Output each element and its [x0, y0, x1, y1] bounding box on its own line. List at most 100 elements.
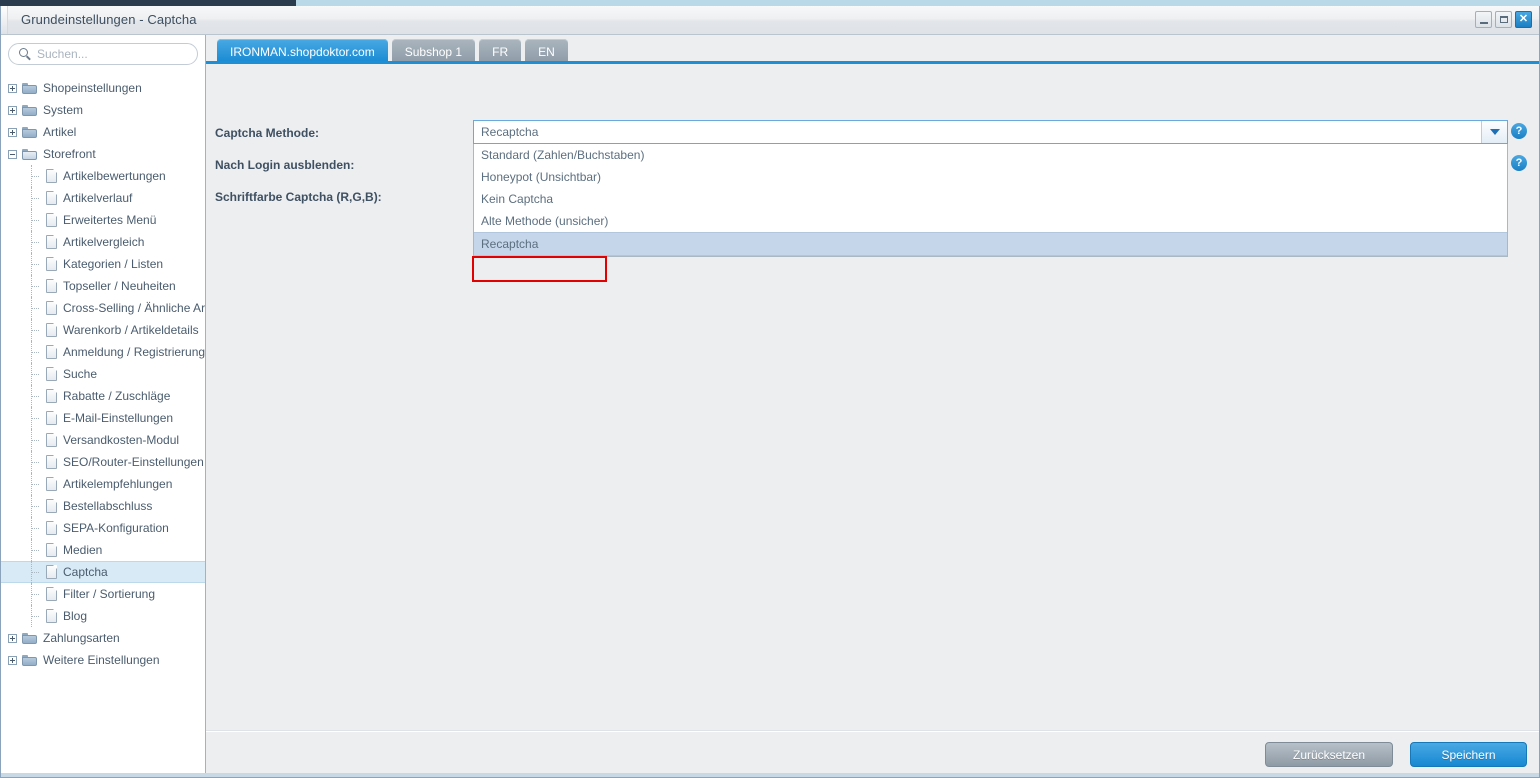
option-label: Honeypot (Unsichtbar)	[481, 170, 602, 184]
sidebar-item-erweitertes-menü[interactable]: Erweitertes Menü	[1, 209, 205, 231]
maximize-button[interactable]	[1495, 11, 1512, 28]
expand-icon[interactable]	[8, 127, 17, 137]
sidebar-item-label: Anmeldung / Registrierung	[63, 345, 205, 359]
footer-buttons: Zurücksetzen Speichern	[206, 732, 1527, 777]
tab-label: FR	[492, 44, 509, 59]
label-hide-after-login: Nach Login ausblenden:	[215, 158, 355, 172]
sidebar-item-label: Suche	[63, 367, 98, 381]
content-panel: IRONMAN.shopdoktor.com Subshop 1 FR EN Capt…	[206, 35, 1539, 777]
sidebar-item-shopeinstellungen[interactable]: Shopeinstellungen	[1, 77, 205, 99]
tab-en[interactable]: EN	[525, 39, 568, 64]
search-input[interactable]	[35, 44, 189, 64]
sidebar-item-sepa-konfiguration[interactable]: SEPA-Konfiguration	[1, 517, 205, 539]
sidebar-item-label: Artikelverlauf	[63, 191, 133, 205]
close-button[interactable]: ✕	[1515, 11, 1532, 28]
sidebar-item-medien[interactable]: Medien	[1, 539, 205, 561]
chevron-down-icon[interactable]	[1481, 121, 1507, 143]
option-honeypot-unsichtbar[interactable]: Honeypot (Unsichtbar)	[474, 166, 1507, 188]
sidebar-item-warenkorb-artikeldetails[interactable]: Warenkorb / Artikeldetails	[1, 319, 205, 341]
tree-connector	[31, 605, 46, 627]
sidebar-item-artikelverlauf[interactable]: Artikelverlauf	[1, 187, 205, 209]
file-icon	[46, 169, 57, 183]
sidebar-item-cross-selling-ähnliche-art[interactable]: Cross-Selling / Ähnliche Art.	[1, 297, 205, 319]
sidebar-item-label: Warenkorb / Artikeldetails	[63, 323, 199, 337]
help-icon-hide-after-login[interactable]: ?	[1511, 155, 1527, 171]
file-icon	[46, 609, 57, 623]
sidebar-item-blog[interactable]: Blog	[1, 605, 205, 627]
tab-label: EN	[538, 44, 555, 59]
sidebar-item-label: Blog	[63, 609, 88, 623]
sidebar-item-artikelbewertungen[interactable]: Artikelbewertungen	[1, 165, 205, 187]
help-icon-captcha-method[interactable]: ?	[1511, 123, 1527, 139]
tab-label: Subshop 1	[404, 44, 463, 59]
reset-button[interactable]: Zurücksetzen	[1265, 742, 1393, 767]
sidebar-item-label: Shopeinstellungen	[43, 81, 142, 95]
tree-connector	[31, 341, 46, 363]
sidebar-item-filter-sortierung[interactable]: Filter / Sortierung	[1, 583, 205, 605]
sidebar-item-captcha[interactable]: Captcha	[1, 561, 205, 583]
file-icon	[46, 279, 57, 293]
sidebar-item-label: Artikel	[43, 125, 77, 139]
search-box[interactable]	[8, 43, 198, 65]
expand-icon[interactable]	[8, 633, 17, 643]
tab-ironman-shopdoktor-com[interactable]: IRONMAN.shopdoktor.com	[217, 39, 388, 64]
tree-connector	[31, 407, 46, 429]
tab-fr[interactable]: FR	[479, 39, 522, 64]
tree-connector	[31, 231, 46, 253]
sidebar-item-storefront[interactable]: Storefront	[1, 143, 205, 165]
option-kein-captcha[interactable]: Kein Captcha	[474, 188, 1507, 210]
option-recaptcha[interactable]: Recaptcha	[474, 232, 1507, 256]
sidebar-item-e-mail-einstellungen[interactable]: E-Mail-Einstellungen	[1, 407, 205, 429]
sidebar-item-label: Artikelempfehlungen	[63, 477, 173, 491]
option-alte-methode-unsicher[interactable]: Alte Methode (unsicher)	[474, 210, 1507, 232]
sidebar-item-rabatte-zuschläge[interactable]: Rabatte / Zuschläge	[1, 385, 205, 407]
sidebar-item-bestellabschluss[interactable]: Bestellabschluss	[1, 495, 205, 517]
file-icon	[46, 543, 57, 557]
annotation-highlight-box	[472, 256, 607, 282]
sidebar-item-system[interactable]: System	[1, 99, 205, 121]
sidebar-item-kategorien-listen[interactable]: Kategorien / Listen	[1, 253, 205, 275]
search-icon	[19, 48, 28, 57]
option-label: Standard (Zahlen/Buchstaben)	[481, 148, 645, 162]
expand-icon[interactable]	[8, 655, 17, 665]
captcha-method-combobox[interactable]: Recaptcha	[473, 120, 1508, 144]
expand-icon[interactable]	[8, 105, 17, 115]
sidebar-item-label: Topseller / Neuheiten	[63, 279, 176, 293]
tree-connector	[31, 451, 46, 473]
sidebar-item-seo-router-einstellungen[interactable]: SEO/Router-Einstellungen	[1, 451, 205, 473]
option-standard-zahlen-buchstaben[interactable]: Standard (Zahlen/Buchstaben)	[474, 144, 1507, 166]
file-icon	[46, 235, 57, 249]
tab-subshop-1[interactable]: Subshop 1	[391, 39, 476, 64]
window-bottom-edge	[1, 773, 1539, 777]
sidebar-item-zahlungsarten[interactable]: Zahlungsarten	[1, 627, 205, 649]
folder-icon	[22, 82, 37, 94]
sidebar-item-label: Weitere Einstellungen	[43, 653, 160, 667]
sidebar: Shopeinstellungen System Artikel Storefront…	[1, 35, 206, 777]
maximize-icon	[1499, 16, 1508, 23]
sidebar-item-versandkosten-modul[interactable]: Versandkosten-Modul	[1, 429, 205, 451]
sidebar-item-artikel[interactable]: Artikel	[1, 121, 205, 143]
tree-connector	[31, 187, 46, 209]
sidebar-item-anmeldung-registrierung[interactable]: Anmeldung / Registrierung	[1, 341, 205, 363]
tree-connector	[31, 429, 46, 451]
sidebar-item-suche[interactable]: Suche	[1, 363, 205, 385]
tree-connector	[31, 209, 46, 231]
file-icon	[46, 411, 57, 425]
file-icon	[46, 213, 57, 227]
sidebar-item-topseller-neuheiten[interactable]: Topseller / Neuheiten	[1, 275, 205, 297]
tree-connector	[31, 539, 46, 561]
option-label: Kein Captcha	[481, 192, 554, 206]
sidebar-item-artikelvergleich[interactable]: Artikelvergleich	[1, 231, 205, 253]
sidebar-item-label: SEPA-Konfiguration	[63, 521, 169, 535]
collapse-icon[interactable]	[8, 149, 17, 159]
sidebar-item-artikelempfehlungen[interactable]: Artikelempfehlungen	[1, 473, 205, 495]
save-button[interactable]: Speichern	[1410, 742, 1527, 767]
file-icon	[46, 565, 57, 579]
file-icon	[46, 191, 57, 205]
expand-icon[interactable]	[8, 83, 17, 93]
minimize-button[interactable]	[1475, 11, 1492, 28]
tree-connector	[31, 253, 46, 275]
folder-icon	[22, 654, 37, 666]
sidebar-item-weitere-einstellungen[interactable]: Weitere Einstellungen	[1, 649, 205, 671]
sidebar-item-label: Artikelbewertungen	[63, 169, 166, 183]
